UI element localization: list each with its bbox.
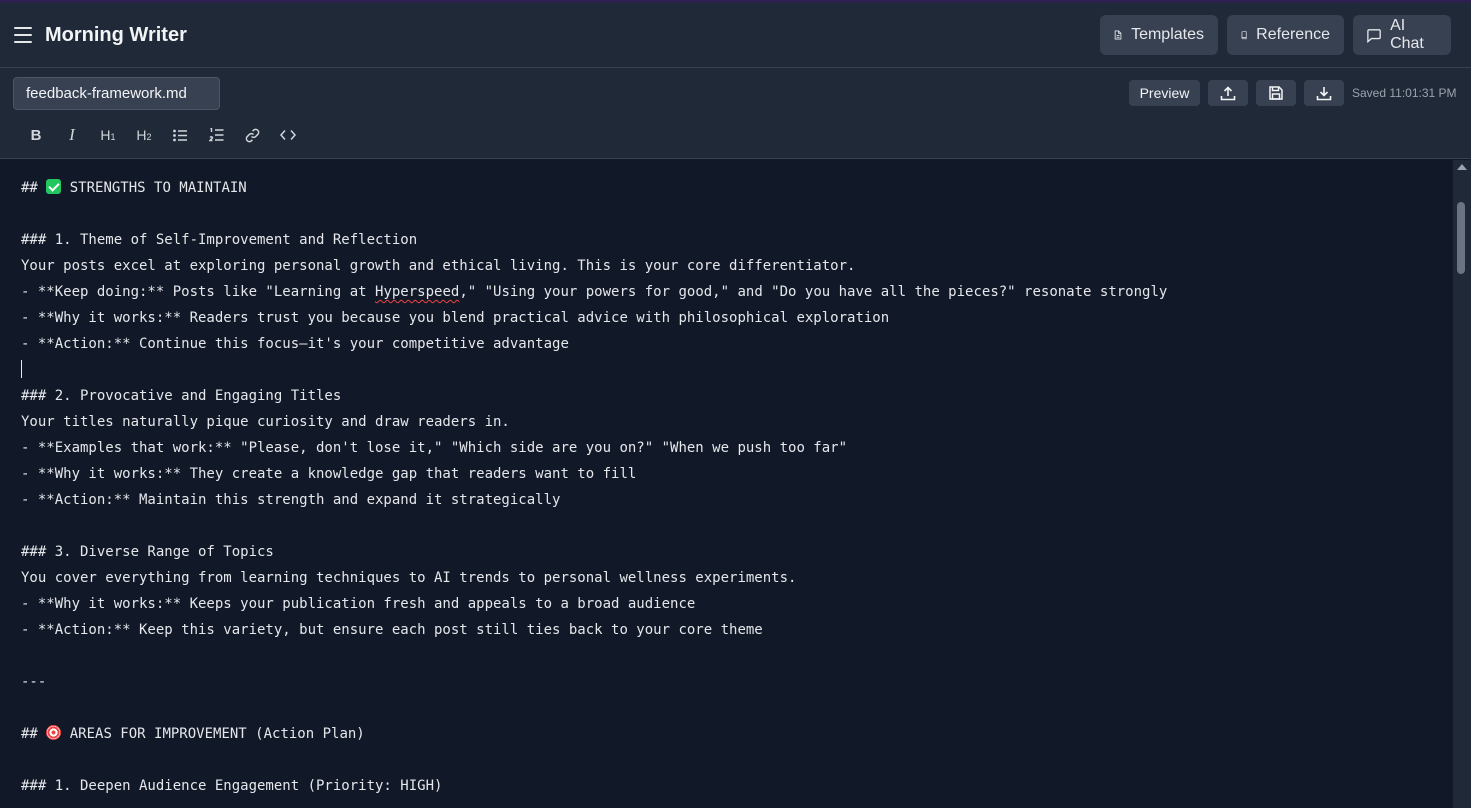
code-button[interactable] <box>270 123 306 147</box>
editor-line[interactable]: - **Why it works:** Keeps your publicati… <box>21 591 1167 617</box>
ai-chat-button[interactable]: AI Chat <box>1353 15 1451 55</box>
check-mark-icon <box>46 179 62 194</box>
link-icon <box>245 128 259 142</box>
filename-input[interactable]: feedback-framework.md <box>13 77 220 110</box>
text-cursor <box>21 360 22 378</box>
line-suffix: STRENGTHS TO MAINTAIN <box>61 180 247 196</box>
hamburger-menu-icon[interactable] <box>14 27 32 43</box>
editor-line[interactable]: - **Why it works:** They create a knowle… <box>21 461 1167 487</box>
document-toolbar: feedback-framework.md Preview Saved 11:0… <box>0 68 1471 159</box>
scroll-up-arrow-icon[interactable] <box>1457 164 1467 170</box>
editor-scrollbar[interactable] <box>1453 160 1471 808</box>
editor-line[interactable] <box>21 201 1167 227</box>
editor-line[interactable]: ### 3. Diverse Range of Topics <box>21 539 1167 565</box>
editor-line[interactable]: ## STRENGTHS TO MAINTAIN <box>21 175 1167 201</box>
editor-line[interactable]: ## AREAS FOR IMPROVEMENT (Action Plan) <box>21 721 1167 747</box>
templates-button[interactable]: Templates <box>1100 15 1218 55</box>
numbered-list-icon <box>208 128 223 142</box>
editor-line[interactable] <box>21 513 1167 539</box>
line-suffix: AREAS FOR IMPROVEMENT (Action Plan) <box>61 726 365 742</box>
editor-line[interactable]: ### 2. Provocative and Engaging Titles <box>21 383 1167 409</box>
editor-line[interactable]: Your posts excel at exploring personal g… <box>21 253 1167 279</box>
editor-content[interactable]: ## STRENGTHS TO MAINTAIN ### 1. Theme of … <box>21 175 1167 799</box>
link-button[interactable] <box>234 123 270 147</box>
bullet-list-button[interactable] <box>162 123 198 147</box>
formatting-toolbar: B I H1 H2 <box>18 123 306 147</box>
editor-line[interactable]: - **Action:** Continue this focus—it's y… <box>21 331 1167 357</box>
line-prefix: ## <box>21 180 47 196</box>
heading1-letter: H <box>100 127 111 143</box>
templates-label: Templates <box>1131 26 1204 43</box>
app-title: Morning Writer <box>45 24 187 46</box>
document-icon <box>1114 30 1122 40</box>
editor-line[interactable]: ### 1. Deepen Audience Engagement (Prior… <box>21 773 1167 799</box>
editor-line[interactable] <box>21 747 1167 773</box>
editor-line[interactable]: You cover everything from learning techn… <box>21 565 1167 591</box>
heading2-button[interactable]: H2 <box>126 123 162 147</box>
line-prefix: ## <box>21 726 47 742</box>
reference-button[interactable]: Reference <box>1227 15 1344 55</box>
heading2-letter: H <box>136 127 147 143</box>
save-icon <box>1269 86 1283 100</box>
preview-button[interactable]: Preview <box>1129 80 1200 106</box>
editor-line[interactable]: --- <box>21 669 1167 695</box>
bullet-list-icon <box>172 129 187 141</box>
upload-button[interactable] <box>1208 80 1248 106</box>
app-header: Morning Writer Templates Reference AI Ch… <box>0 0 1471 68</box>
download-icon <box>1316 86 1332 100</box>
editor-line[interactable]: - **Action:** Maintain this strength and… <box>21 487 1167 513</box>
editor-line[interactable]: ### 1. Theme of Self-Improvement and Ref… <box>21 227 1167 253</box>
chat-bubble-icon <box>1367 28 1381 43</box>
heading2-level: 2 <box>146 132 152 142</box>
editor-line[interactable] <box>21 695 1167 721</box>
book-icon <box>1241 31 1247 40</box>
numbered-list-button[interactable] <box>198 123 234 147</box>
editor-line[interactable]: - **Action:** Keep this variety, but ens… <box>21 617 1167 643</box>
ai-chat-label: AI Chat <box>1390 17 1424 52</box>
save-button[interactable] <box>1256 80 1296 106</box>
editor-line[interactable] <box>21 357 1167 383</box>
line-suffix: ," "Using your powers for good," and "Do… <box>459 284 1168 300</box>
saved-status: Saved 11:01:31 PM <box>1352 86 1457 100</box>
editor-line[interactable]: Your titles naturally pique curiosity an… <box>21 409 1167 435</box>
heading1-level: 1 <box>110 132 116 142</box>
download-button[interactable] <box>1304 80 1344 106</box>
bold-button[interactable]: B <box>18 123 54 147</box>
editor-line[interactable]: - **Keep doing:** Posts like "Learning a… <box>21 279 1167 305</box>
editor-line[interactable]: - **Why it works:** Readers trust you be… <box>21 305 1167 331</box>
scrollbar-thumb[interactable] <box>1457 202 1465 274</box>
markdown-editor[interactable]: ## STRENGTHS TO MAINTAIN ### 1. Theme of … <box>0 160 1453 808</box>
reference-label: Reference <box>1256 26 1330 43</box>
heading1-button[interactable]: H1 <box>90 123 126 147</box>
code-icon <box>280 130 296 140</box>
target-icon <box>46 725 62 740</box>
spellcheck-word: Hyperspeed <box>375 284 460 300</box>
italic-button[interactable]: I <box>54 123 90 147</box>
line-prefix: - **Keep doing:** Posts like "Learning a… <box>21 284 376 300</box>
editor-line[interactable] <box>21 643 1167 669</box>
upload-icon <box>1220 85 1236 100</box>
editor-line[interactable]: - **Examples that work:** "Please, don't… <box>21 435 1167 461</box>
